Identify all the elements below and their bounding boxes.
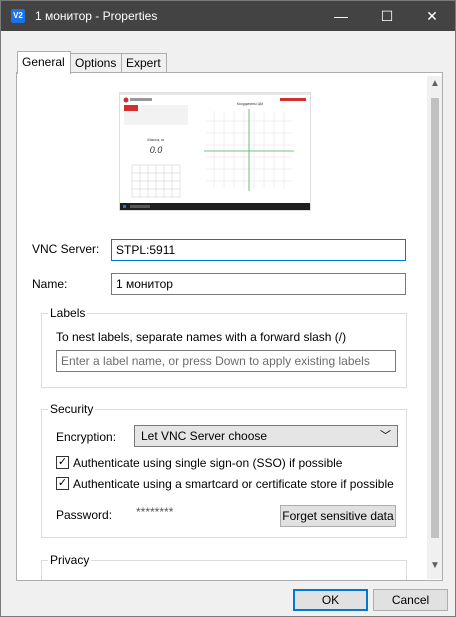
security-group-title: Security [48, 402, 96, 416]
encryption-select[interactable]: Let VNC Server choose ﹀ [134, 425, 398, 447]
minimize-button[interactable]: — [318, 1, 364, 31]
encryption-select-value: Let VNC Server choose [141, 429, 268, 443]
name-input[interactable]: 1 монитор [111, 273, 406, 295]
ok-button[interactable]: OK [293, 589, 368, 611]
scroll-up-arrow-icon[interactable]: ▲ [427, 78, 442, 89]
security-group: Security Encryption: Let VNC Server choo… [41, 402, 407, 538]
preview-image: Масса, кг 0.0 Координаты ЦМ [120, 93, 310, 210]
sso-checkbox[interactable]: ✓ [56, 456, 69, 469]
name-label: Name: [32, 277, 68, 291]
check-icon: ✓ [57, 456, 68, 468]
vnc-server-label: VNC Server: [32, 242, 100, 256]
password-value: ******** [136, 505, 174, 519]
close-button[interactable]: ✕ [409, 1, 455, 31]
privacy-group-title: Privacy [48, 553, 92, 567]
tab-options[interactable]: Options [70, 53, 122, 72]
window-title: 1 монитор - Properties [35, 9, 158, 23]
forget-sensitive-data-button[interactable]: Forget sensitive data [280, 505, 396, 527]
sso-label: Authenticate using single sign-on (SSO) … [73, 456, 343, 470]
smartcard-label: Authenticate using a smartcard or certif… [73, 477, 394, 491]
properties-window: V2 1 монитор - Properties — ☐ ✕ General … [0, 0, 456, 617]
close-icon: ✕ [426, 8, 438, 24]
privacy-group: Privacy [41, 553, 407, 580]
encryption-label: Encryption: [56, 430, 117, 444]
password-label: Password: [56, 508, 113, 522]
scroll-down-arrow-icon[interactable]: ▼ [427, 560, 442, 571]
general-panel: Масса, кг 0.0 Координаты ЦМ VNC Server: … [16, 72, 443, 581]
labels-hint: To nest labels, separate names with a fo… [56, 330, 347, 344]
maximize-icon: ☐ [380, 8, 394, 24]
chevron-down-icon: ﹀ [380, 430, 391, 442]
scrollbar-thumb[interactable] [431, 98, 439, 538]
tab-general[interactable]: General [17, 51, 71, 74]
label-input[interactable]: Enter a label name, or press Down to app… [56, 350, 396, 372]
preview-mass-label: Масса, кг [147, 137, 165, 142]
labels-group: Labels To nest labels, separate names wi… [41, 306, 407, 388]
minimize-icon: — [334, 8, 348, 24]
cancel-button[interactable]: Cancel [373, 589, 448, 611]
labels-group-title: Labels [48, 306, 88, 320]
title-bar[interactable]: V2 1 монитор - Properties — ☐ ✕ [1, 1, 455, 31]
vertical-scrollbar[interactable]: ▲ ▼ [427, 76, 442, 579]
desktop-preview-thumbnail: Масса, кг 0.0 Координаты ЦМ [120, 93, 310, 210]
vnc-server-input[interactable]: STPL:5911 [111, 239, 406, 261]
preview-chart-title: Координаты ЦМ [237, 102, 263, 106]
maximize-button[interactable]: ☐ [364, 1, 410, 31]
preview-mass-value: 0.0 [150, 145, 163, 155]
check-icon: ✓ [57, 477, 68, 489]
smartcard-checkbox[interactable]: ✓ [56, 477, 69, 490]
app-icon: V2 [11, 9, 25, 23]
tab-expert[interactable]: Expert [121, 53, 167, 72]
